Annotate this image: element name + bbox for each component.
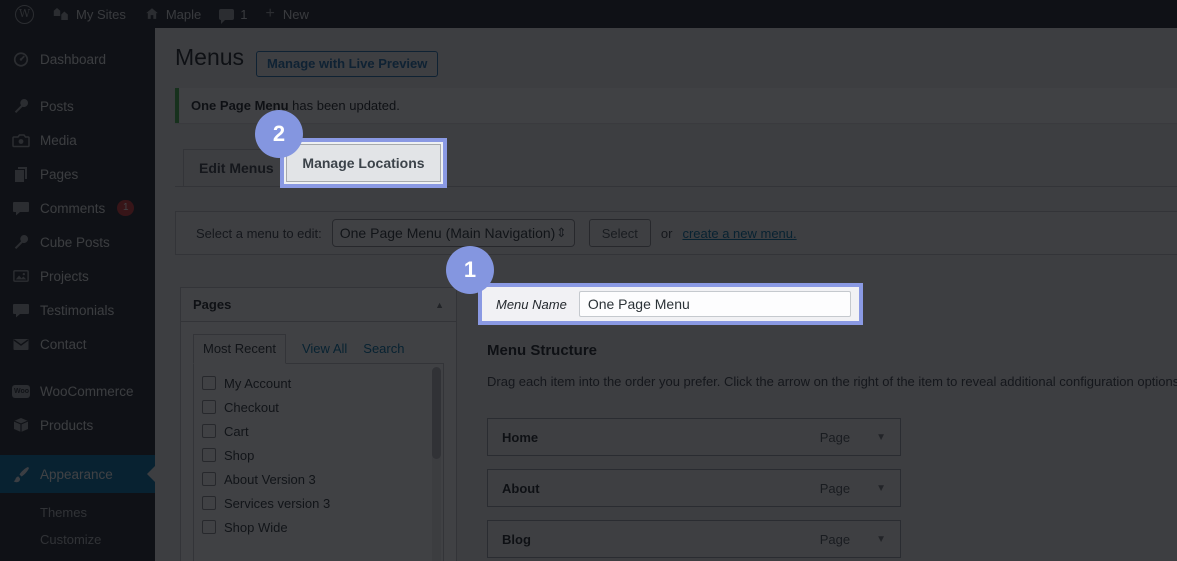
tutorial-dim-overlay	[0, 0, 1177, 561]
manage-locations-highlight: Manage Locations	[280, 138, 447, 188]
step-2-badge: 2	[255, 110, 303, 158]
tab-manage-locations[interactable]: Manage Locations	[286, 144, 441, 182]
wordpress-admin-screen: W My Sites Maple 1 + New Dashboard Posts	[0, 0, 1177, 561]
menu-name-input[interactable]	[579, 291, 851, 317]
menu-name-highlight: Menu Name	[478, 283, 863, 325]
menu-name-label: Menu Name	[496, 297, 567, 312]
step-1-badge: 1	[446, 246, 494, 294]
